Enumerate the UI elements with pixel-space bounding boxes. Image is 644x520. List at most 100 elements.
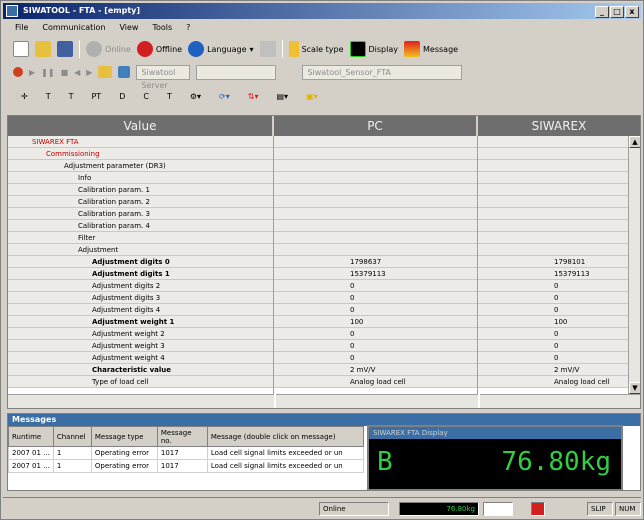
message-row[interactable]: 2007 01 ... 1 Operating error 1017 Load … [8, 446, 364, 460]
online-button[interactable]: Online [86, 41, 131, 57]
tools-icon[interactable]: ⚙▾ [190, 92, 201, 101]
message-row[interactable]: 2007 01 ... 1 Operating error 1017 Load … [8, 459, 364, 473]
highlight-icon[interactable]: ▣▾ [306, 92, 318, 101]
pc-value-cell[interactable] [274, 208, 477, 220]
tree-row[interactable]: Adjustment digits 3 [8, 292, 273, 304]
pc-value-cell[interactable]: 1798637 [274, 256, 477, 268]
port-select[interactable]: Siwatool Server [136, 64, 191, 90]
value-column-header[interactable]: Value [8, 116, 274, 136]
connection-select[interactable]: Siwatool_Sensor_FTA [302, 64, 463, 80]
pc-value-cell[interactable]: 0 [274, 280, 477, 292]
pc-value-cell[interactable]: 100 [274, 316, 477, 328]
pc-value-cell[interactable] [274, 160, 477, 172]
siwarex-value-cell[interactable] [478, 184, 640, 196]
progress-slider[interactable] [196, 64, 277, 80]
scroll-up-icon[interactable]: ▲ [629, 136, 640, 148]
new-file-icon[interactable] [13, 41, 29, 57]
pc-value-cell[interactable] [274, 148, 477, 160]
display-button[interactable]: Display [349, 41, 398, 57]
grid-vertical-scrollbar[interactable]: ▲ ▼ [628, 136, 640, 394]
message-no-header[interactable]: Message no. [156, 426, 208, 447]
scroll-down-icon[interactable]: ▼ [629, 382, 640, 394]
siwarex-value-cell[interactable] [478, 196, 640, 208]
pc-column-header[interactable]: PC [274, 116, 478, 136]
folder-icon[interactable] [98, 66, 113, 78]
tree-row[interactable]: Type of load cell [8, 376, 273, 388]
format-pt-button[interactable]: PT [91, 92, 101, 101]
siwarex-value-cell[interactable] [478, 232, 640, 244]
siwarex-value-cell[interactable] [478, 148, 640, 160]
tree-row[interactable]: Calibration param. 3 [8, 208, 273, 220]
pc-value-cell[interactable] [274, 172, 477, 184]
runtime-header[interactable]: Runtime [8, 426, 54, 447]
tree-row[interactable]: Adjustment weight 3 [8, 340, 273, 352]
pc-value-cell[interactable] [274, 136, 477, 148]
tree-row[interactable]: Calibration param. 4 [8, 220, 273, 232]
connect-icon[interactable] [118, 66, 131, 78]
siwarex-value-cell[interactable]: 100 [478, 316, 640, 328]
minimize-button[interactable]: _ [595, 6, 609, 18]
siwarex-value-cell[interactable] [478, 172, 640, 184]
siwarex-column-header[interactable]: SIWAREX [478, 116, 640, 136]
pc-horizontal-scrollbar[interactable] [276, 394, 478, 408]
siwarex-value-cell[interactable]: 2 mV/V [478, 364, 640, 376]
tree-row[interactable]: Adjustment [8, 244, 273, 256]
refresh-icon[interactable]: ⟳▾ [219, 92, 230, 101]
crosshair-icon[interactable]: ✛ [21, 92, 28, 101]
message-button[interactable]: Message [404, 41, 458, 57]
siwarex-value-cell[interactable]: 0 [478, 352, 640, 364]
value-horizontal-scrollbar[interactable] [8, 394, 274, 408]
tree-row[interactable]: Adjustment digits 0 [8, 256, 273, 268]
format-t1-button[interactable]: T [46, 92, 51, 101]
tree-row[interactable]: Adjustment weight 4 [8, 352, 273, 364]
tree-row[interactable]: Info [8, 172, 273, 184]
channel-header[interactable]: Channel [52, 426, 92, 447]
tree-row[interactable]: Filter [8, 232, 273, 244]
transfer-icon[interactable]: ⇅▾ [248, 92, 259, 101]
tree-row[interactable]: Adjustment digits 1 [8, 268, 273, 280]
print-icon[interactable] [259, 41, 276, 57]
tree-row[interactable]: Commissioning [8, 148, 273, 160]
tree-row[interactable]: SIWAREX FTA [8, 136, 273, 148]
format-t3-button[interactable]: T [167, 92, 172, 101]
pc-value-cell[interactable] [274, 196, 477, 208]
siwarex-value-cell[interactable] [478, 136, 640, 148]
pc-value-cell[interactable]: 0 [274, 340, 477, 352]
weight-display-window[interactable]: SIWAREX FTA Display B 76.80kg [367, 425, 623, 491]
step-forward-icon[interactable]: ▶ [86, 68, 92, 77]
menu-view[interactable]: View [119, 21, 138, 35]
siwarex-value-cell[interactable] [478, 220, 640, 232]
scale-type-button[interactable]: Scale type [288, 41, 344, 57]
menu-file[interactable]: File [15, 21, 28, 35]
close-button[interactable]: x [625, 6, 639, 18]
menu-communication[interactable]: Communication [42, 21, 105, 35]
offline-button[interactable]: Offline [136, 41, 182, 57]
open-folder-icon[interactable] [35, 41, 51, 57]
siwarex-value-cell[interactable]: 0 [478, 328, 640, 340]
tree-row[interactable]: Characteristic value [8, 364, 273, 376]
save-icon[interactable] [57, 41, 73, 57]
format-t2-button[interactable]: T [69, 92, 74, 101]
record-icon[interactable] [13, 67, 23, 77]
siwarex-value-cell[interactable] [478, 208, 640, 220]
tree-row[interactable]: Adjustment digits 4 [8, 304, 273, 316]
pc-value-cell[interactable]: 15379113 [274, 268, 477, 280]
siwarex-value-cell[interactable]: Analog load cell [478, 376, 640, 388]
siwarex-value-cell[interactable]: 0 [478, 304, 640, 316]
siwarex-value-cell[interactable] [478, 160, 640, 172]
pc-value-cell[interactable] [274, 220, 477, 232]
language-button[interactable]: Language ▾ [188, 41, 254, 57]
pc-value-cell[interactable]: 2 mV/V [274, 364, 477, 376]
tree-row[interactable]: Adjustment parameter (DR3) [8, 160, 273, 172]
step-back-icon[interactable]: ◀ [74, 68, 80, 77]
siwarex-value-cell[interactable]: 0 [478, 280, 640, 292]
siwarex-horizontal-scrollbar[interactable] [480, 394, 640, 408]
tree-row[interactable]: Adjustment weight 2 [8, 328, 273, 340]
maximize-button[interactable]: □ [610, 6, 624, 18]
tree-row[interactable]: Calibration param. 2 [8, 196, 273, 208]
format-d-button[interactable]: D [119, 92, 125, 101]
siwarex-value-cell[interactable]: 0 [478, 340, 640, 352]
play-icon[interactable]: ▶ [29, 68, 35, 77]
pc-value-cell[interactable]: 0 [274, 352, 477, 364]
menu-tools[interactable]: Tools [152, 21, 172, 35]
